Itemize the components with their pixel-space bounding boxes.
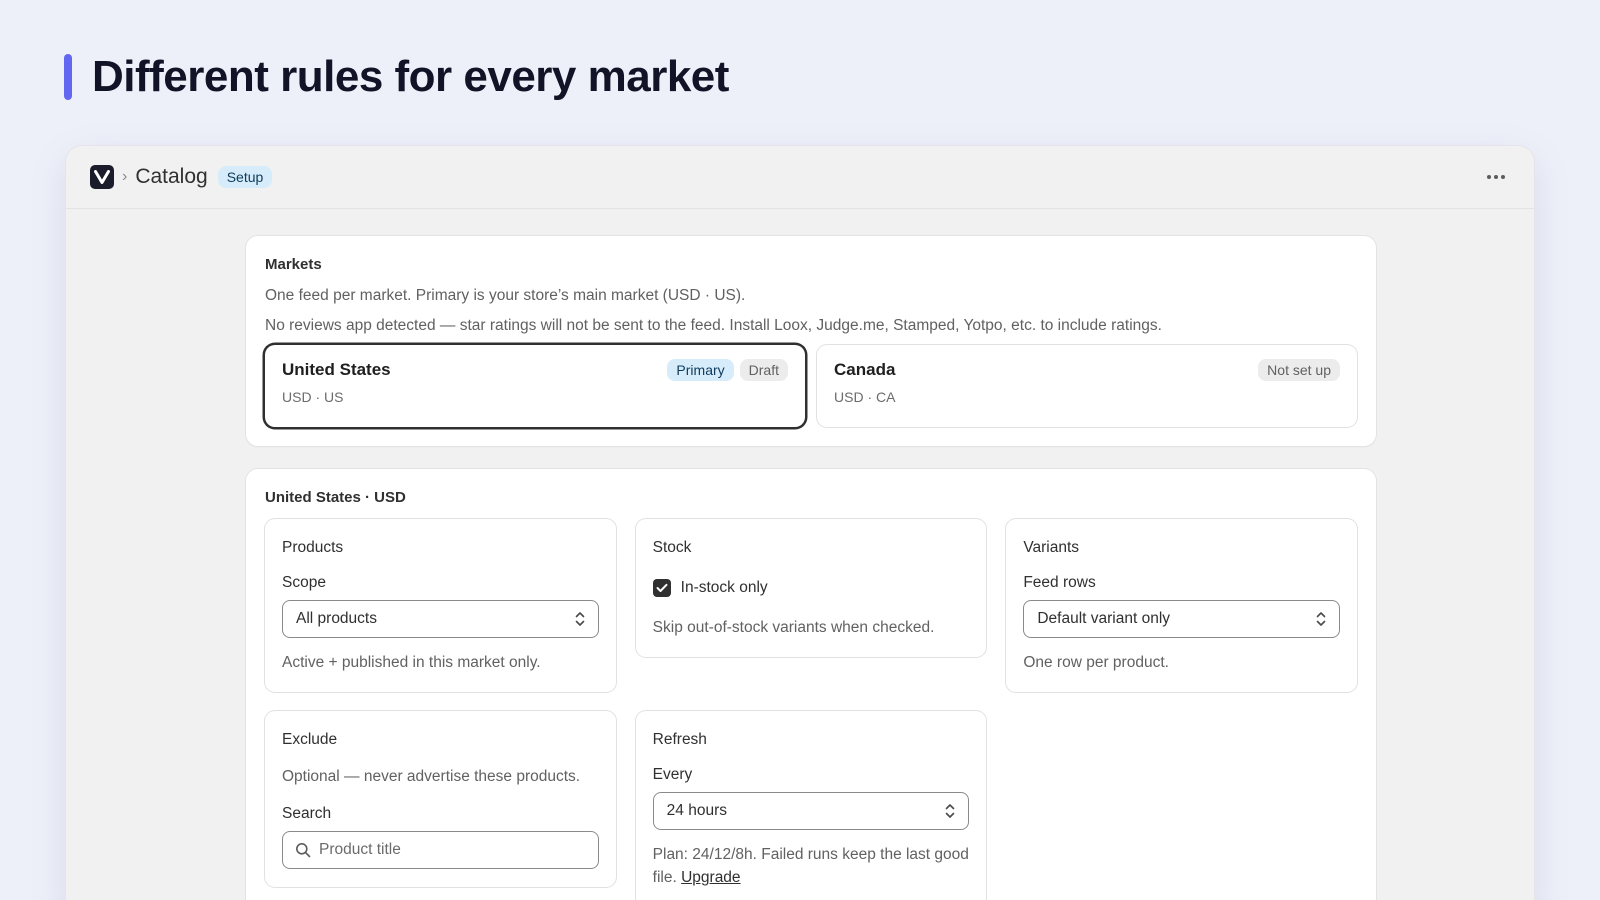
exclude-section: Exclude Optional — never advertise these…	[265, 711, 616, 887]
select-chevron-icon	[946, 804, 955, 818]
top-bar: › Catalog Setup	[66, 146, 1534, 209]
chevron-right-icon: ›	[122, 168, 128, 185]
feed-rows-value: Default variant only	[1037, 610, 1171, 627]
settings-title: United States · USD	[265, 489, 406, 506]
exclude-help: Optional — never advertise these product…	[282, 768, 581, 785]
upgrade-link[interactable]: Upgrade	[681, 869, 740, 886]
status-badge: Setup	[217, 166, 273, 188]
checkmark-icon	[656, 583, 668, 592]
main-content: Markets One feed per market. Primary is …	[246, 236, 1376, 900]
exclude-title: Exclude	[282, 731, 338, 748]
more-horizontal-icon[interactable]	[1482, 163, 1510, 191]
markets-title: Markets	[265, 256, 322, 273]
stock-section: Stock In-stock only Skip out-of-stock va…	[635, 519, 987, 657]
select-chevron-icon	[1316, 612, 1326, 626]
stock-help: Skip out-of-stock variants when checked.	[652, 619, 935, 636]
refresh-title: Refresh	[652, 731, 707, 748]
product-search-input[interactable]: Product title	[282, 831, 599, 869]
headline-accent-bar	[64, 54, 72, 100]
markets-description: One feed per market. Primary is your sto…	[265, 287, 746, 304]
select-chevron-icon	[575, 612, 584, 626]
reviews-warning: No reviews app detected — star ratings w…	[265, 317, 1162, 334]
feed-rows-select[interactable]: Default variant only	[1023, 600, 1340, 638]
products-help: Active + published in this market only.	[282, 654, 541, 671]
refresh-section: Refresh Every 24 hours Plan: 24/12/8h. F…	[635, 711, 987, 900]
headline-text: Different rules for every market	[92, 52, 729, 101]
feed-rows-label: Feed rows	[1023, 574, 1096, 591]
variants-section: Variants Feed rows Default variant only …	[1006, 519, 1357, 692]
app-window: › Catalog Setup Markets One feed per mar…	[66, 146, 1534, 900]
search-label: Search	[282, 805, 332, 822]
search-placeholder: Product title	[319, 841, 401, 858]
variants-help: One row per product.	[1023, 654, 1169, 671]
market-currency: USD · US	[282, 389, 344, 405]
draft-badge: Draft	[739, 359, 788, 381]
v-logo-icon[interactable]	[90, 165, 114, 189]
market-list: United States USD · US Primary Draft Can…	[265, 345, 1357, 427]
scope-select[interactable]: All products	[282, 600, 599, 638]
refresh-help: Plan: 24/12/8h. Failed runs keep the las…	[653, 843, 970, 889]
market-card-united-states[interactable]: United States USD · US Primary Draft	[265, 345, 805, 427]
page-headline: Different rules for every market	[64, 52, 729, 102]
variants-title: Variants	[1023, 539, 1080, 556]
market-card-canada[interactable]: Canada USD · CA Not set up	[817, 345, 1357, 427]
scope-value: All products	[296, 610, 377, 627]
markets-card: Markets One feed per market. Primary is …	[246, 236, 1376, 446]
primary-badge: Primary	[667, 359, 734, 381]
refresh-interval-value: 24 hours	[666, 802, 727, 819]
stock-title: Stock	[652, 539, 692, 556]
refresh-interval-select[interactable]: 24 hours	[652, 792, 970, 830]
every-label: Every	[652, 766, 693, 783]
market-currency: USD · CA	[834, 389, 896, 405]
search-icon	[296, 843, 311, 858]
page-title: Catalog	[135, 165, 208, 188]
scope-label: Scope	[282, 574, 326, 591]
in-stock-label[interactable]: In-stock only	[681, 579, 768, 597]
products-title: Products	[282, 539, 344, 556]
not-set-up-badge: Not set up	[1258, 359, 1340, 381]
products-section: Products Scope All products Active + pub…	[265, 519, 616, 692]
in-stock-checkbox[interactable]	[652, 579, 671, 597]
market-settings-card: United States · USD Products Scope All p…	[246, 469, 1376, 900]
